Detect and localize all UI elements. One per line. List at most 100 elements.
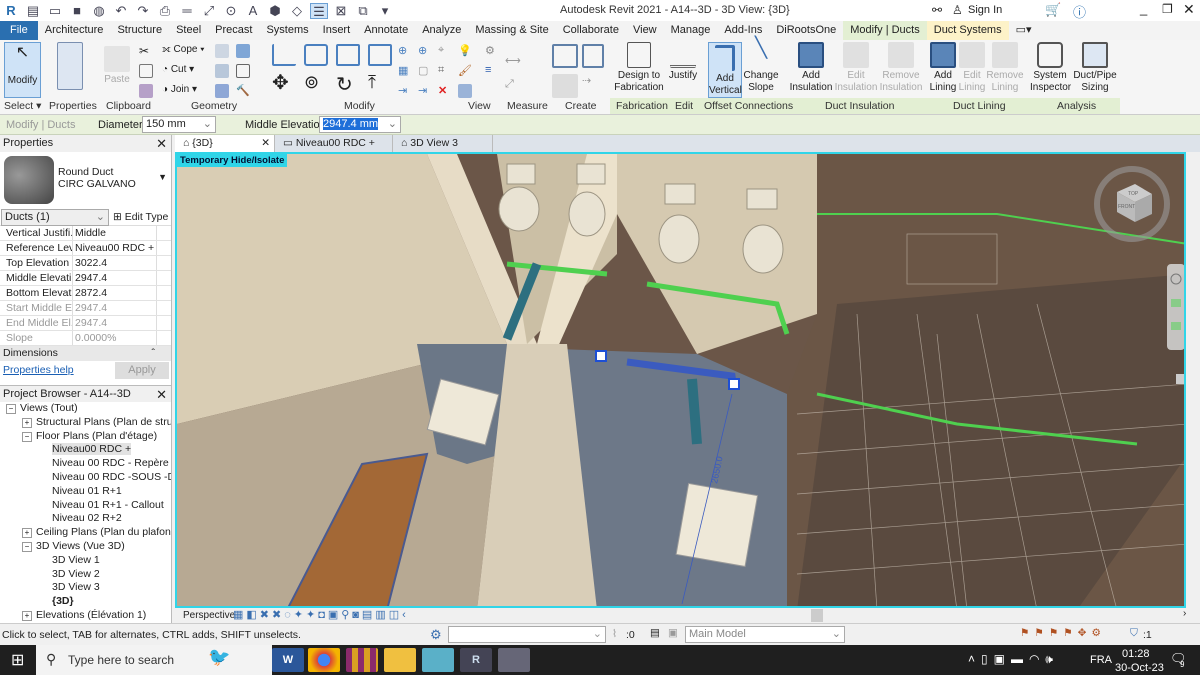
tab-structure[interactable]: Structure bbox=[110, 21, 169, 40]
measure-icon[interactable]: ═ bbox=[178, 3, 196, 19]
help-icon[interactable]: ⓘ bbox=[1073, 2, 1086, 21]
property-value[interactable]: 2947.4 bbox=[73, 316, 157, 330]
file-explorer-icon[interactable] bbox=[384, 648, 416, 672]
property-row[interactable]: Reference LevelNiveau00 RDC + bbox=[0, 241, 171, 256]
offset-icon[interactable] bbox=[304, 44, 328, 66]
split-icon[interactable]: ⊕ bbox=[398, 44, 412, 58]
property-row[interactable]: End Middle El... 2947.4 bbox=[0, 316, 171, 331]
switch-windows-icon[interactable]: ⧉ bbox=[354, 3, 372, 19]
dimension-icon[interactable]: ⤢ bbox=[200, 3, 218, 19]
property-value[interactable]: Middle bbox=[73, 226, 157, 240]
navigation-bar[interactable] bbox=[1167, 264, 1185, 350]
properties-help-link[interactable]: Properties help bbox=[3, 364, 74, 376]
view-tab-3d[interactable]: ⌂ {3D} ✕ bbox=[175, 135, 275, 152]
browser-item[interactable]: + Structural Plans (Plan de stru bbox=[0, 416, 171, 430]
windows-start-icon[interactable]: ⊞ bbox=[11, 650, 24, 670]
collapse-icon[interactable]: − bbox=[22, 431, 32, 442]
panel-select[interactable]: Select ▾ bbox=[4, 100, 41, 112]
tab-architecture[interactable]: Architecture bbox=[38, 21, 111, 40]
apply-button[interactable]: Apply bbox=[115, 362, 169, 379]
remove-insulation-button[interactable]: Remove Insulation bbox=[878, 42, 924, 94]
user-icon[interactable]: ♙ bbox=[952, 3, 963, 17]
paste-button[interactable]: Paste bbox=[100, 46, 134, 86]
browser-item[interactable]: Niveau 01 R+1 bbox=[0, 485, 171, 499]
browser-item[interactable]: Niveau 02 R+2 bbox=[0, 512, 171, 526]
tab-steel[interactable]: Steel bbox=[169, 21, 208, 40]
add-insulation-button[interactable]: Add Insulation bbox=[788, 42, 834, 94]
tab-insert[interactable]: Insert bbox=[316, 21, 358, 40]
tab-manage[interactable]: Manage bbox=[664, 21, 718, 40]
create-similar-icon[interactable]: ⇢ bbox=[582, 74, 604, 98]
delete-icon[interactable]: ✕ bbox=[438, 84, 452, 98]
revit-app-icon[interactable]: R bbox=[460, 648, 492, 672]
cut-clipboard-icon[interactable]: ✂ bbox=[139, 44, 153, 58]
clock-date[interactable]: 30-Oct-23 bbox=[1115, 662, 1164, 674]
browser-item[interactable]: − Floor Plans (Plan d'étage) bbox=[0, 430, 171, 444]
mirror-draw-icon[interactable] bbox=[368, 44, 392, 66]
add-lining-button[interactable]: Add Lining bbox=[928, 42, 958, 94]
customize-icon[interactable]: ▾ bbox=[376, 3, 394, 19]
design-options-icon[interactable]: ▤ bbox=[650, 627, 660, 639]
create-parts-icon[interactable] bbox=[582, 44, 604, 68]
pin-icon[interactable]: ⌗ bbox=[438, 64, 452, 78]
duct-end-grip-right[interactable] bbox=[728, 378, 740, 390]
tab-dirootsone[interactable]: DiRootsOne bbox=[769, 21, 843, 40]
scale-icon[interactable]: ▢ bbox=[418, 64, 432, 78]
3d-view-icon[interactable]: ⬢ bbox=[266, 3, 284, 19]
property-row[interactable]: Vertical Justifi... Middle bbox=[0, 226, 171, 241]
cope-button[interactable]: ⟗ Cope ▾ bbox=[162, 44, 204, 56]
create-assembly-icon[interactable] bbox=[552, 44, 578, 68]
save-icon[interactable]: ■ bbox=[68, 3, 86, 19]
edit-type-button[interactable]: ⊞ Edit Type bbox=[113, 211, 168, 223]
measure-distance-icon[interactable]: ⤢ bbox=[505, 78, 535, 92]
browser-item[interactable]: Niveau 00 RDC -SOUS -D bbox=[0, 471, 171, 485]
hammer-icon[interactable]: 🔨 bbox=[236, 84, 250, 98]
browser-item[interactable]: Niveau 01 R+1 - Callout bbox=[0, 499, 171, 513]
property-row[interactable]: Start Middle E...2947.4 bbox=[0, 301, 171, 316]
view-tab-niveau00[interactable]: ▭ Niveau00 RDC + bbox=[275, 135, 393, 152]
clock-time[interactable]: 01:28 bbox=[1122, 648, 1150, 660]
filter-icon[interactable]: ⛉ bbox=[1130, 627, 1138, 640]
browser-item[interactable]: Niveau00 RDC + bbox=[0, 443, 171, 457]
type-selector[interactable]: Round Duct CIRC GALVANO ▼ bbox=[0, 152, 171, 208]
open-icon[interactable]: ▭ bbox=[46, 3, 64, 19]
brush-icon[interactable]: 🖌 bbox=[458, 64, 472, 78]
move-icon[interactable]: ✥ bbox=[272, 72, 296, 96]
redo-icon[interactable]: ↷ bbox=[134, 3, 152, 19]
browser-item[interactable]: {3D} bbox=[0, 595, 171, 609]
cart-icon[interactable]: 🛒 bbox=[1045, 2, 1061, 18]
create-group-icon[interactable] bbox=[552, 74, 578, 98]
browser-item[interactable]: 3D View 3 bbox=[0, 581, 171, 595]
winrar-app-icon[interactable] bbox=[346, 648, 378, 672]
property-row[interactable]: Slope 0.0000% bbox=[0, 331, 171, 346]
modify-button[interactable]: ↖ Modify bbox=[4, 42, 41, 98]
home-icon[interactable]: ▤ bbox=[24, 3, 42, 19]
input-language[interactable]: FRA bbox=[1090, 654, 1112, 666]
workset-select[interactable]: ⌄ bbox=[448, 626, 606, 643]
copy-icon[interactable] bbox=[139, 64, 153, 78]
close-tab-icon[interactable]: ✕ bbox=[261, 135, 270, 152]
expand-icon[interactable]: + bbox=[22, 528, 32, 539]
design-to-fabrication-button[interactable]: Design to Fabrication bbox=[612, 42, 666, 94]
minimize-button[interactable]: _ bbox=[1140, 1, 1147, 16]
property-value[interactable]: 2872.4 bbox=[73, 286, 157, 300]
system-inspector-button[interactable]: System Inspector bbox=[1030, 42, 1071, 94]
property-value[interactable]: 2947.4 bbox=[73, 271, 157, 285]
expand-icon[interactable]: + bbox=[22, 610, 32, 621]
tab-duct-systems[interactable]: Duct Systems bbox=[926, 21, 1009, 40]
duct-pipe-sizing-button[interactable]: Duct/Pipe Sizing bbox=[1072, 42, 1118, 94]
view-tool-icon[interactable] bbox=[458, 84, 472, 98]
close-browser-button[interactable]: ✕ bbox=[156, 386, 167, 403]
notepad-app-icon[interactable] bbox=[422, 648, 454, 672]
wall-joins-icon[interactable] bbox=[215, 44, 229, 58]
design-option-select[interactable]: Main Model ⌄ bbox=[685, 626, 845, 643]
undo-icon[interactable]: ↶ bbox=[112, 3, 130, 19]
add-vertical-button[interactable]: Add Vertical bbox=[708, 42, 742, 98]
close-button[interactable]: ✕ bbox=[1183, 1, 1195, 18]
match-type-icon[interactable] bbox=[139, 84, 153, 98]
tag-icon[interactable]: ⊙ bbox=[222, 3, 240, 19]
property-row[interactable]: Top Elevation 3022.4 bbox=[0, 256, 171, 271]
copy-element-icon[interactable]: ⊚ bbox=[304, 72, 328, 96]
exclude-options-icon[interactable]: ▣ bbox=[668, 627, 678, 639]
join-button[interactable]: ◑ Join ▾ bbox=[162, 84, 197, 96]
